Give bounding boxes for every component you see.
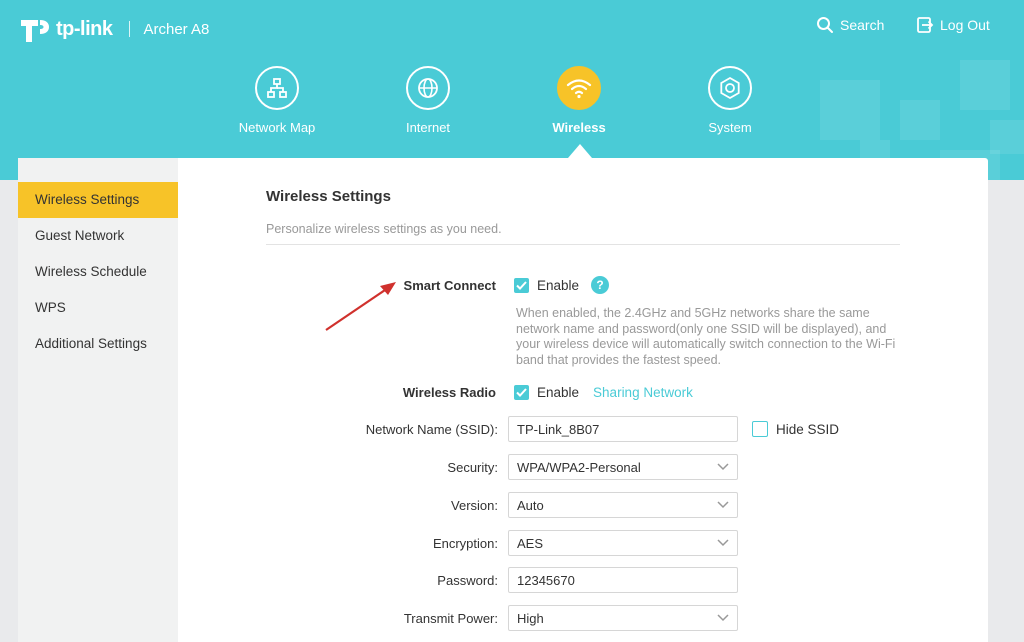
model-name: Archer A8 <box>143 20 210 38</box>
network-map-icon <box>255 66 299 110</box>
gear-icon <box>708 66 752 110</box>
version-label: Version: <box>451 497 498 513</box>
password-label: Password: <box>437 572 498 588</box>
smart-connect-note: When enabled, the 2.4GHz and 5GHz networ… <box>516 306 896 367</box>
chevron-down-icon <box>717 501 729 509</box>
transmit-power-label: Transmit Power: <box>403 610 498 626</box>
password-row: Password: <box>266 567 906 593</box>
wifi-icon <box>557 66 601 110</box>
nav-system-label: System <box>708 120 752 135</box>
chevron-down-icon <box>717 539 729 547</box>
smart-connect-row: Smart Connect Enable ? <box>266 272 906 298</box>
page-subtitle: Personalize wireless settings as you nee… <box>266 222 502 236</box>
logo-text: tp-link <box>56 17 113 40</box>
brand-logo: tp-link Archer A8 <box>18 12 209 46</box>
nav-network-map[interactable]: Network Map <box>207 66 347 135</box>
page-title: Wireless Settings <box>266 188 391 205</box>
chevron-down-icon <box>717 614 729 622</box>
sidebar-item-wireless-settings[interactable]: Wireless Settings <box>18 182 178 218</box>
wireless-radio-row: Wireless Radio Enable Sharing Network <box>266 379 906 405</box>
security-select[interactable]: WPA/WPA2-Personal <box>508 454 738 480</box>
search-button[interactable]: Search <box>816 16 884 34</box>
sidebar-item-wps[interactable]: WPS <box>18 290 178 326</box>
logout-icon <box>917 17 934 33</box>
encryption-select[interactable]: AES <box>508 530 738 556</box>
encryption-value: AES <box>517 535 544 551</box>
encryption-row: Encryption: AES <box>266 530 906 556</box>
logo-divider <box>128 21 130 37</box>
version-select[interactable]: Auto <box>508 492 738 518</box>
version-row: Version: Auto <box>266 492 906 518</box>
globe-icon <box>406 66 450 110</box>
nav-wireless-label: Wireless <box>552 120 606 135</box>
section-divider <box>266 244 900 245</box>
active-nav-pointer <box>568 144 592 158</box>
search-label: Search <box>840 17 885 33</box>
sidebar-item-guest-network[interactable]: Guest Network <box>18 218 178 254</box>
security-row: Security: WPA/WPA2-Personal <box>266 454 906 480</box>
logout-button[interactable]: Log Out <box>916 16 990 34</box>
ssid-label: Network Name (SSID): <box>365 421 498 437</box>
checkmark-icon <box>516 280 527 290</box>
transmit-power-row: Transmit Power: High <box>266 605 906 631</box>
wireless-radio-enable-label: Enable <box>537 384 580 400</box>
transmit-power-value: High <box>517 610 544 626</box>
nav-internet[interactable]: Internet <box>358 66 498 135</box>
sidebar: Wireless Settings Guest Network Wireless… <box>18 158 178 642</box>
tp-link-logo-icon <box>21 20 49 42</box>
ssid-input[interactable] <box>508 416 738 442</box>
help-icon[interactable]: ? <box>591 276 610 294</box>
encryption-label: Encryption: <box>432 535 498 551</box>
transmit-power-select[interactable]: High <box>508 605 738 631</box>
wireless-radio-checkbox[interactable] <box>514 384 529 400</box>
nav-internet-label: Internet <box>405 120 451 135</box>
main-panel: Wireless Settings Guest Network Wireless… <box>18 158 988 642</box>
header-banner: tp-link Archer A8 Search Log Out Network… <box>0 0 1024 180</box>
smart-connect-enable-label: Enable <box>537 277 580 293</box>
sharing-network-link[interactable]: Sharing Network <box>593 385 693 400</box>
sidebar-item-additional-settings[interactable]: Additional Settings <box>18 326 178 362</box>
checkmark-icon <box>516 387 527 397</box>
chevron-down-icon <box>717 463 729 471</box>
sidebar-item-wireless-schedule[interactable]: Wireless Schedule <box>18 254 178 290</box>
password-input[interactable] <box>508 567 738 593</box>
ssid-row: Network Name (SSID): Hide SSID <box>266 416 906 442</box>
nav-network-map-label: Network Map <box>238 120 316 135</box>
version-value: Auto <box>517 497 544 513</box>
nav-system[interactable]: System <box>660 66 800 135</box>
nav-wireless[interactable]: Wireless <box>509 66 649 135</box>
hide-ssid-label: Hide SSID <box>776 421 840 437</box>
smart-connect-checkbox[interactable] <box>514 277 529 293</box>
security-value: WPA/WPA2-Personal <box>517 459 641 475</box>
smart-connect-label: Smart Connect <box>403 277 496 293</box>
security-label: Security: <box>447 459 498 475</box>
logout-label: Log Out <box>940 17 990 33</box>
hide-ssid-checkbox[interactable] <box>752 421 768 437</box>
search-icon <box>817 17 833 33</box>
wireless-radio-label: Wireless Radio <box>402 384 496 400</box>
